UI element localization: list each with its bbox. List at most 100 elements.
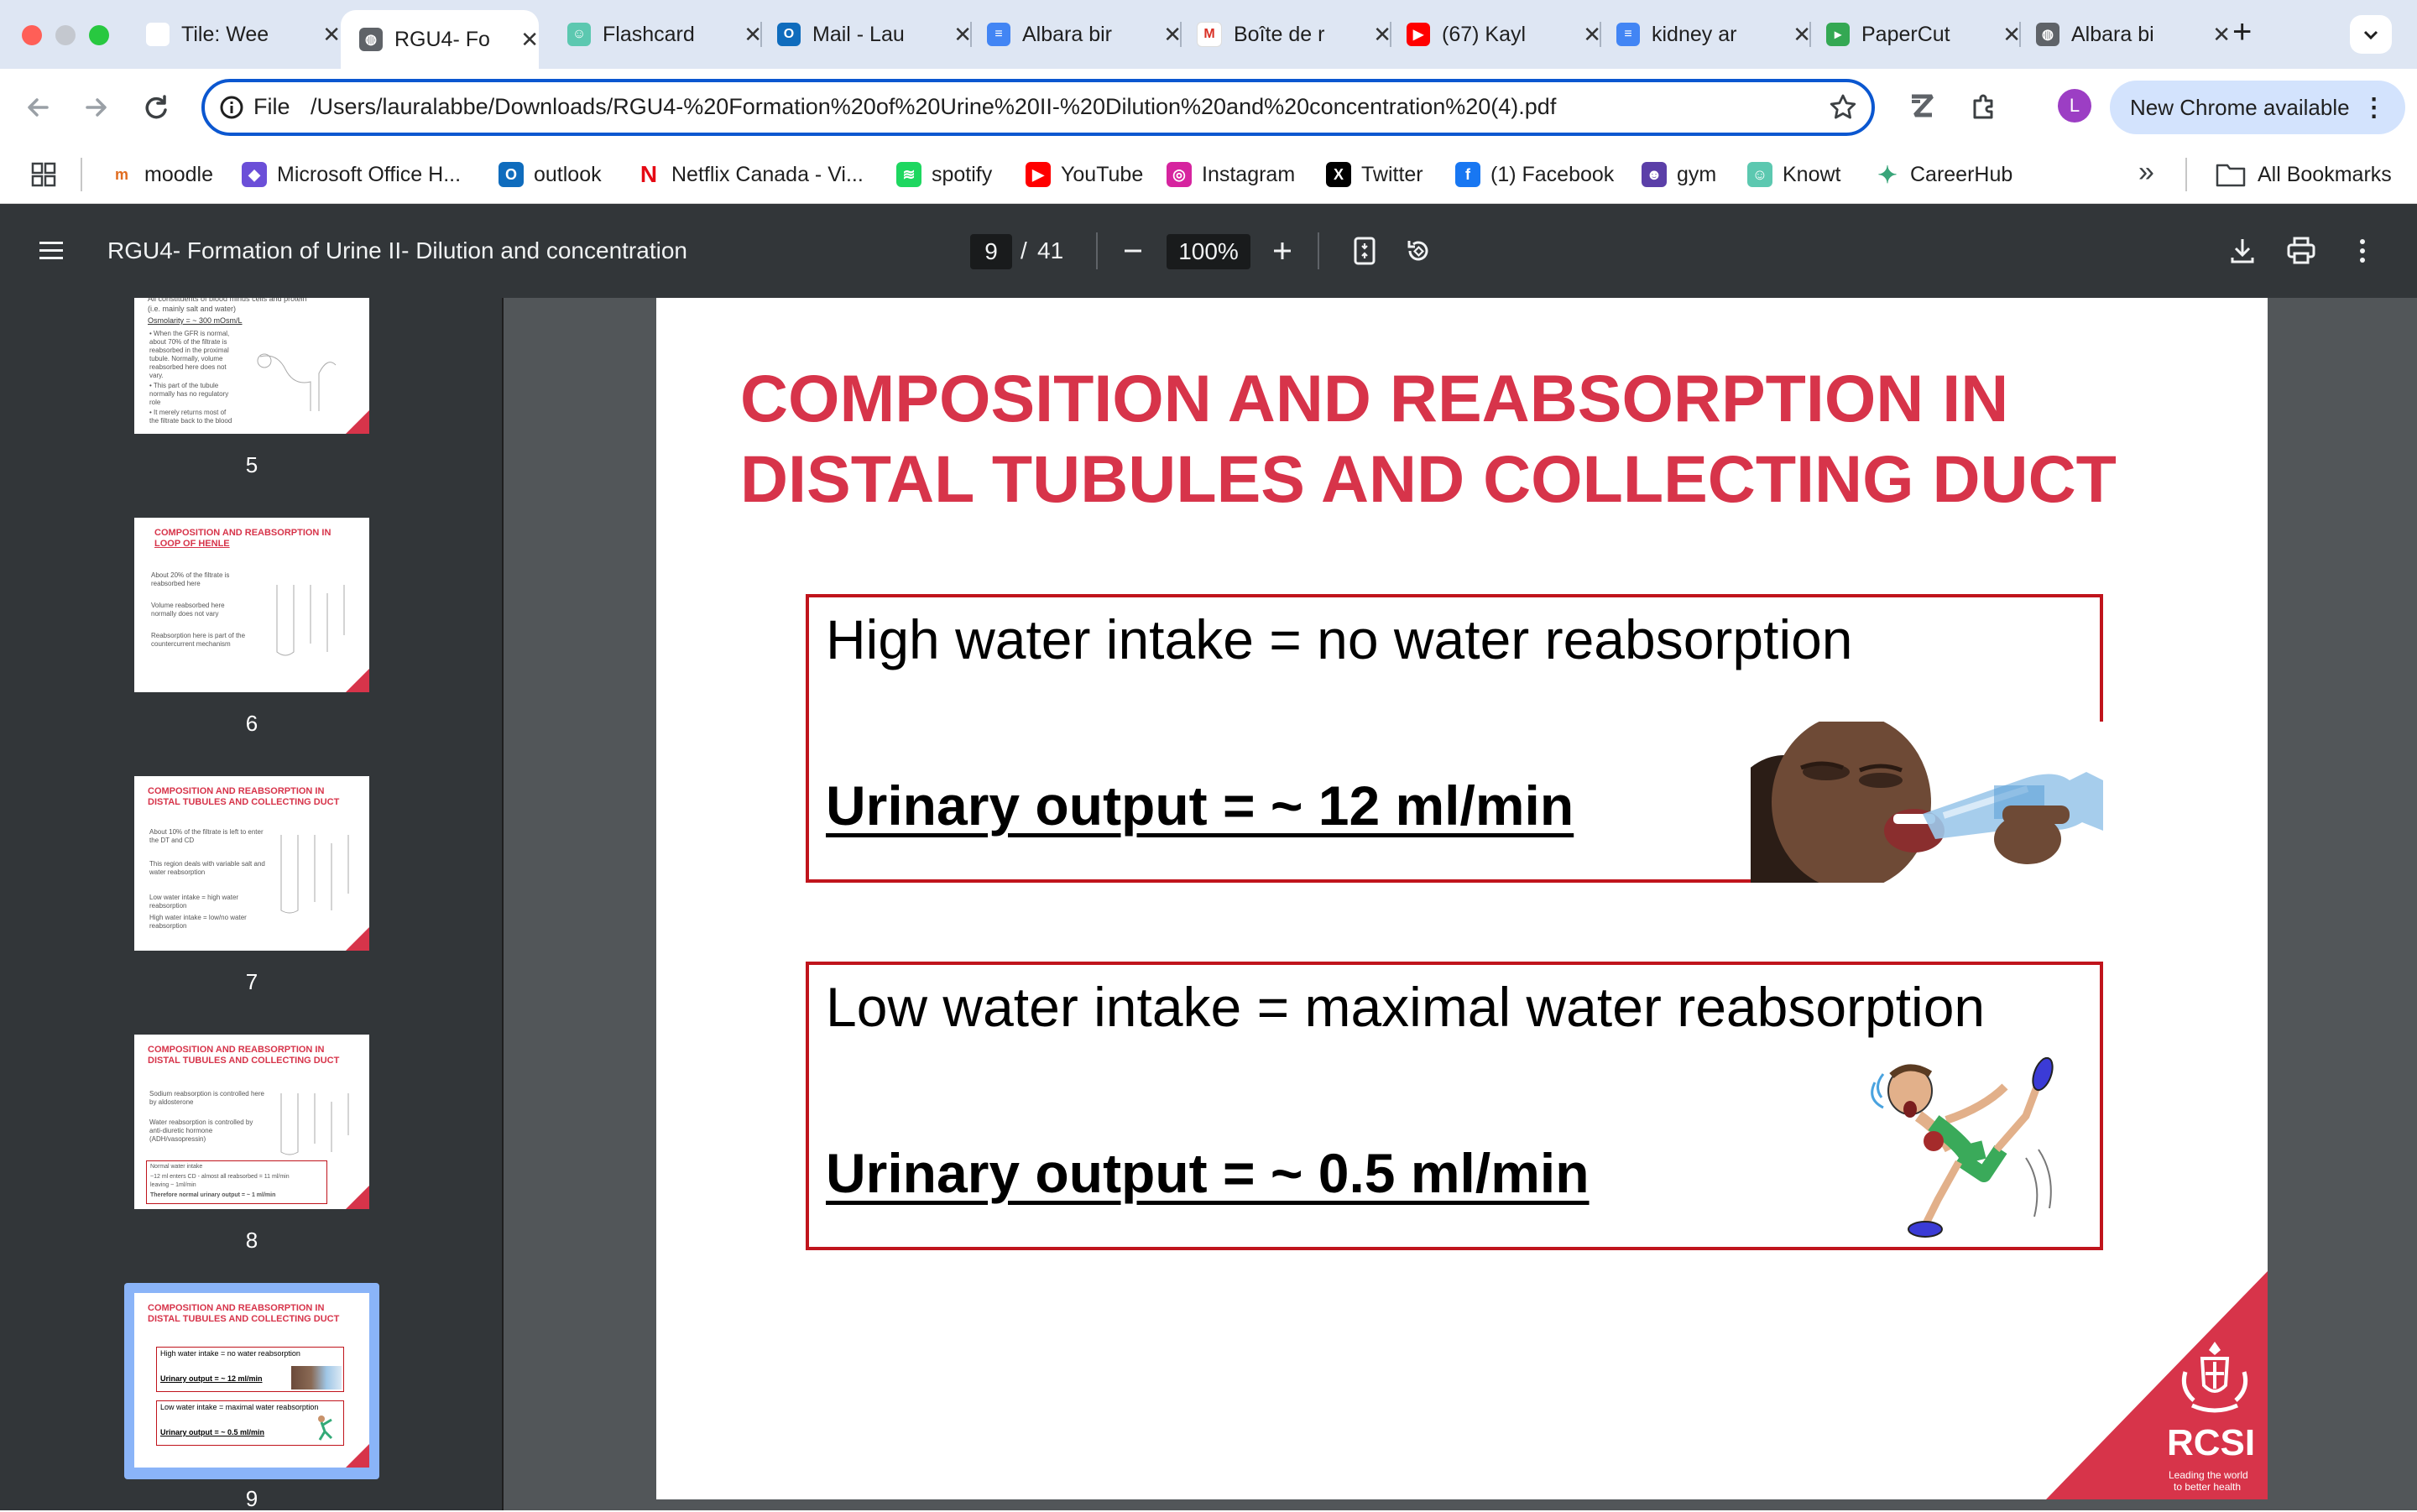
tab-separator — [970, 22, 972, 47]
tab-search-button[interactable] — [2350, 15, 2392, 54]
bookmark-instagram[interactable]: ◎ Instagram — [1167, 158, 1295, 191]
tab-title: Mail - Lau — [812, 22, 905, 46]
exhausted-runner-image — [1858, 1057, 2059, 1242]
bookmark-spotify[interactable]: ≋ spotify — [896, 158, 992, 191]
thumbnail-page-7[interactable]: COMPOSITION AND REABSORPTION IN DISTAL T… — [134, 776, 369, 951]
high-intake-statement: High water intake = no water reabsorptio… — [826, 608, 1853, 670]
bookmark-twitter[interactable]: X Twitter — [1326, 158, 1423, 191]
tab-close-icon[interactable]: ✕ — [322, 22, 341, 48]
print-button[interactable] — [2284, 234, 2318, 268]
tab-8[interactable]: ≡ kidney ar ✕ — [1605, 10, 1811, 59]
bookmark-outlook[interactable]: Ooutlook — [499, 158, 602, 191]
docs-icon: ≡ — [987, 23, 1010, 46]
window-maximize-button[interactable] — [89, 25, 109, 45]
tab-close-icon[interactable]: ✕ — [953, 22, 972, 48]
update-chrome-button[interactable]: New Chrome available ⋮ — [2110, 81, 2405, 134]
thumbnail-page-6[interactable]: COMPOSITION AND REABSORPTION IN LOOP OF … — [134, 518, 369, 692]
window-minimize-button[interactable] — [55, 25, 76, 45]
facebook-icon: f — [1455, 162, 1480, 187]
address-bar[interactable]: File /Users/lauralabbe/Downloads/RGU4-%2… — [201, 79, 1875, 136]
tab-2[interactable]: ◍ RGU4- Fo ✕ — [341, 10, 539, 69]
sidebar-menu-button[interactable] — [37, 237, 67, 264]
bookmark-1-facebook[interactable]: f (1) Facebook — [1455, 158, 1614, 191]
tab-4[interactable]: O Mail - Lau ✕ — [765, 10, 972, 59]
zoom-out-button[interactable] — [1116, 234, 1150, 268]
tab-1[interactable]: Tile: Wee ✕ — [134, 10, 341, 59]
bookmark-label: outlook — [534, 162, 602, 186]
slide-title: COMPOSITION AND REABSORPTION IN DISTAL T… — [740, 358, 2217, 519]
tab-close-icon[interactable]: ✕ — [520, 27, 539, 53]
bookmark-careerhub[interactable]: ✦ CareerHub — [1875, 158, 2012, 191]
bookmark-microsoft-office-h[interactable]: ◆ Microsoft Office H... — [242, 158, 461, 191]
download-button[interactable] — [2226, 234, 2259, 268]
tab-close-icon[interactable]: ✕ — [1583, 22, 1601, 48]
zotero-extension-icon[interactable] — [1907, 91, 1937, 121]
thumbnail-9-box-2: Low water intake = maximal water reabsor… — [156, 1400, 344, 1446]
url-text[interactable]: /Users/lauralabbe/Downloads/RGU4-%20Form… — [311, 94, 1556, 120]
profile-avatar[interactable]: L — [2058, 89, 2091, 123]
tab-6[interactable]: M Boîte de r ✕ — [1185, 10, 1391, 59]
thumbnail-corner — [346, 669, 369, 692]
tab-5[interactable]: ≡ Albara bir ✕ — [975, 10, 1182, 59]
tab-close-icon[interactable]: ✕ — [1793, 22, 1811, 48]
bookmark-netflix-canada-vi[interactable]: N Netflix Canada - Vi... — [636, 158, 864, 191]
total-pages: 41 — [1037, 237, 1064, 263]
thumbnail-7-line-2: This region deals with variable salt and… — [149, 860, 265, 876]
thumbnail-corner — [346, 1444, 369, 1468]
window-close-button[interactable] — [22, 25, 42, 45]
tab-7[interactable]: ▶ (67) Kayl ✕ — [1395, 10, 1601, 59]
extensions-puzzle-icon[interactable] — [1969, 91, 1999, 121]
tab-close-icon[interactable]: ✕ — [2212, 22, 2231, 48]
bookmark-moodle[interactable]: m moodle — [109, 158, 213, 191]
bookmark-label: Knowt — [1783, 162, 1841, 186]
low-intake-box: Low water intake = maximal water reabsor… — [806, 962, 2103, 1250]
woman-drinking-water-image — [1751, 722, 2103, 883]
rcsi-tagline-2: to better health — [2174, 1481, 2242, 1493]
tab-9[interactable]: ▸ PaperCut ✕ — [1814, 10, 2021, 59]
thumbnail-label-8: 8 — [245, 1228, 258, 1253]
bookmark-star-icon[interactable] — [1828, 92, 1858, 123]
all-bookmarks-button[interactable]: All Bookmarks — [2216, 158, 2392, 191]
page-number-input[interactable]: 9 — [970, 234, 1012, 269]
tab-close-icon[interactable]: ✕ — [1373, 22, 1391, 48]
back-button[interactable] — [20, 89, 57, 126]
rotate-button[interactable] — [1402, 234, 1435, 268]
bookmark-knowt[interactable]: ☺ Knowt — [1747, 158, 1840, 191]
thumbnail-6-title-1: COMPOSITION AND REABSORPTION IN — [154, 528, 331, 538]
kebab-menu-icon[interactable]: ⋮ — [2362, 93, 2387, 123]
thumbnail-label-9: 9 — [245, 1486, 258, 1511]
more-vert-icon — [2360, 239, 2365, 263]
zoom-in-button[interactable] — [1266, 234, 1299, 268]
thumbnail-6-line-1: About 20% of the filtrate is reabsorbed … — [151, 571, 230, 587]
bookmark-youtube[interactable]: ▶ YouTube — [1026, 158, 1143, 191]
fit-page-button[interactable] — [1349, 234, 1380, 268]
thumbnail-page-9[interactable]: COMPOSITION AND REABSORPTION IN DISTAL T… — [134, 1293, 369, 1468]
tab-close-icon[interactable]: ✕ — [1163, 22, 1182, 48]
thumbnail-9-title-2: DISTAL TUBULES AND COLLECTING DUCT — [148, 1314, 340, 1324]
more-bookmarks-button[interactable]: » — [2138, 156, 2154, 189]
pdf-more-options-button[interactable] — [2350, 234, 2375, 268]
tab-close-icon[interactable]: ✕ — [2002, 22, 2021, 48]
tab-close-icon[interactable]: ✕ — [744, 22, 762, 48]
info-icon[interactable] — [218, 94, 245, 121]
thumbnail-page-8[interactable]: COMPOSITION AND REABSORPTION IN DISTAL T… — [134, 1035, 369, 1209]
new-tab-button[interactable]: + — [2232, 13, 2252, 51]
plus-icon — [1274, 242, 1291, 259]
tab-3[interactable]: ☺ Flashcard ✕ — [556, 10, 762, 59]
thumbnail-sidebar[interactable]: All constituents of blood minus cells an… — [0, 298, 504, 1511]
low-intake-output: Urinary output = ~ 0.5 ml/min — [826, 1142, 1590, 1204]
tab-10[interactable]: ◍ Albara bi ✕ — [2024, 10, 2231, 59]
fit-to-page-icon — [1354, 237, 1376, 265]
collecting-duct-diagram — [280, 1093, 349, 1155]
rcsi-favicon — [146, 23, 170, 46]
thumbnail-page-5[interactable]: All constituents of blood minus cells an… — [134, 298, 369, 434]
rcsi-tagline-1: Leading the world — [2169, 1469, 2248, 1481]
thumbnail-5-line: vary. — [149, 372, 164, 379]
bookmark-gym[interactable]: ☻ gym — [1642, 158, 1716, 191]
zoom-level-input[interactable]: 100% — [1167, 234, 1250, 269]
apps-grid-icon[interactable] — [30, 161, 57, 188]
thumbnail-8-line-1: Sodium reabsorption is controlled here b… — [149, 1090, 264, 1106]
forward-button[interactable] — [77, 89, 114, 126]
reload-button[interactable] — [138, 89, 175, 126]
tab-title: Flashcard — [603, 22, 695, 46]
